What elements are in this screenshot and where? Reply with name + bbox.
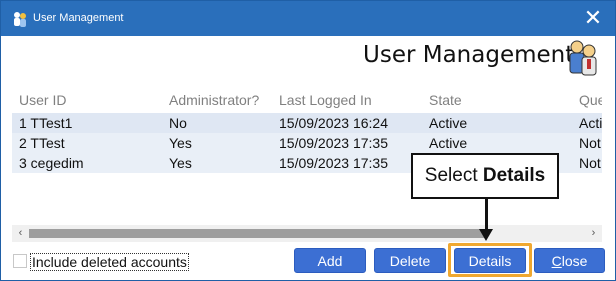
table-header: User ID Administrator? Last Logged In St… [12, 87, 602, 111]
title-bar: User Management ✕ [1, 1, 615, 36]
column-header[interactable]: Last Logged In [279, 92, 372, 108]
table-cell: 1 TTest1 [19, 115, 73, 131]
callout-prefix: Select [424, 165, 483, 186]
table-row[interactable]: 2 TTest Yes 15/09/2023 17:35 Active Not [12, 133, 602, 153]
column-header[interactable]: Administrator? [169, 92, 259, 108]
page-title: User Management [363, 42, 575, 68]
close-icon[interactable]: ✕ [579, 5, 607, 31]
scroll-thumb[interactable] [29, 229, 487, 238]
table-cell: Activ [579, 115, 602, 131]
table-cell: Yes [169, 155, 192, 171]
scroll-left-icon[interactable]: ‹ [12, 225, 29, 242]
close-button[interactable]: Close [534, 248, 605, 273]
window-title: User Management [33, 12, 124, 24]
close-button-mnemonic: C [551, 253, 562, 269]
user-management-window: User Management ✕ User Management User I… [0, 0, 616, 281]
table-cell: Active [429, 115, 468, 131]
callout-emphasis: Details [482, 165, 546, 186]
column-header[interactable]: User ID [19, 92, 66, 108]
column-header[interactable]: State [429, 92, 462, 108]
close-button-label: lose [561, 253, 588, 269]
table-cell: 3 cegedim [19, 155, 84, 171]
details-button[interactable]: Details [454, 248, 526, 273]
instruction-callout: Select Details [411, 153, 559, 199]
table-cell: Not [579, 135, 601, 151]
table-cell: Yes [169, 135, 192, 151]
callout-arrow-icon [479, 229, 493, 241]
table-row[interactable]: 1 TTest1 No 15/09/2023 16:24 Active Acti… [12, 113, 602, 133]
users-icon [11, 10, 29, 28]
table-cell: Not [579, 155, 601, 171]
horizontal-scrollbar[interactable]: ‹ › [12, 225, 602, 242]
delete-button[interactable]: Delete [374, 248, 446, 273]
scroll-right-icon[interactable]: › [585, 225, 602, 242]
table-cell: 15/09/2023 16:24 [279, 115, 388, 131]
table-cell: Active [429, 135, 468, 151]
table-cell: 2 TTest [19, 135, 65, 151]
include-deleted-label[interactable]: Include deleted accounts [30, 253, 189, 271]
column-header[interactable]: Que [579, 92, 602, 108]
callout-pointer-line [485, 199, 488, 231]
table-cell: 15/09/2023 17:35 [279, 155, 388, 171]
add-button[interactable]: Add [294, 248, 366, 273]
include-deleted-checkbox[interactable] [13, 254, 27, 268]
users-icon [567, 39, 599, 77]
table-cell: No [169, 115, 187, 131]
table-cell: 15/09/2023 17:35 [279, 135, 388, 151]
